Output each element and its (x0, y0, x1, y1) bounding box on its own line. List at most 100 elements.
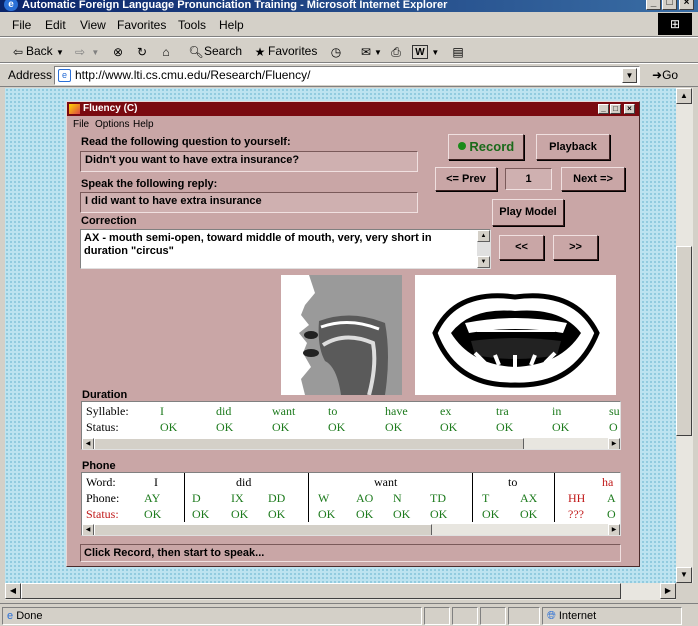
close-button[interactable]: × (679, 0, 694, 10)
scroll-right-arrow-icon[interactable]: ▶ (608, 524, 620, 535)
address-url: http://www.lti.cs.cmu.edu/Research/Fluen… (75, 68, 311, 82)
scroll-up-arrow-icon[interactable]: ▲ (676, 88, 692, 104)
go-button[interactable]: ➜Go (652, 68, 678, 82)
stop-button[interactable]: ⊗ (110, 42, 126, 60)
sentence-counter[interactable]: 1 (505, 168, 552, 190)
maximize-button[interactable]: □ (662, 0, 677, 10)
menu-edit[interactable]: Edit (45, 18, 66, 32)
syllable-cell: to (328, 404, 338, 418)
scroll-left-arrow-icon[interactable]: ◀ (82, 524, 94, 535)
status-bar: e Done 🌐︎ Internet (0, 603, 698, 626)
next-button[interactable]: Next => (561, 167, 625, 191)
phone-status-cell: O (607, 507, 616, 521)
syllable-row-label: Syllable: (86, 404, 129, 418)
play-model-button[interactable]: Play Model (492, 199, 564, 226)
ie-logo-icon: e (4, 0, 18, 11)
scroll-left-arrow-icon[interactable]: ◀ (82, 438, 94, 449)
refresh-icon: ↻ (136, 44, 148, 59)
syllable-status-cell: OK (440, 420, 458, 434)
edit-button[interactable]: W ▼ (412, 42, 439, 60)
phone-cell: AO (356, 491, 374, 505)
history-button[interactable]: ◷ (328, 42, 344, 60)
menu-view[interactable]: View (80, 18, 106, 32)
record-dot-icon (457, 142, 466, 150)
menu-help[interactable]: Help (219, 18, 244, 32)
fluency-maximize-button[interactable]: □ (610, 104, 621, 114)
syllable-cell: ex (440, 404, 452, 418)
print-button[interactable]: ⎙ (388, 42, 404, 60)
prev-button[interactable]: <= Prev (435, 167, 497, 191)
fluency-menu-file[interactable]: File (73, 119, 89, 130)
phone-cell: TD (430, 491, 446, 505)
scroll-thumb[interactable] (94, 438, 524, 449)
scroll-left-arrow-icon[interactable]: ◀ (5, 583, 21, 599)
scroll-thumb[interactable] (94, 524, 432, 535)
syllable-status-cell: OK (496, 420, 514, 434)
home-button[interactable]: ⌂ (158, 42, 174, 60)
phone-cell: T (482, 491, 490, 505)
favorites-button[interactable]: ★ Favorites (252, 42, 318, 60)
page-icon: e (58, 69, 71, 82)
record-button[interactable]: Record (448, 134, 524, 160)
phone-cell: N (393, 491, 402, 505)
syllable-status-cell: O (609, 420, 618, 434)
fluency-menu-options[interactable]: Options (95, 119, 129, 130)
syllable-cell: I (160, 404, 164, 418)
menu-favorites[interactable]: Favorites (117, 18, 166, 32)
discuss-button[interactable]: ▤ (450, 42, 466, 60)
refresh-button[interactable]: ↻ (134, 42, 150, 60)
toolbar: ⇦ Back ▼ ⇨ ▼ ⊗ ↻ ⌂ 🔍︎Search ★ Favorites ◷ … (0, 37, 698, 63)
back-button[interactable]: ⇦ Back ▼ (10, 42, 64, 60)
horizontal-scroll-thumb[interactable] (21, 583, 621, 599)
phone-cell: HH (568, 491, 586, 505)
phone-cell: DD (268, 491, 286, 505)
minimize-button[interactable]: _ (646, 0, 661, 10)
scroll-right-arrow-icon[interactable]: ▶ (660, 583, 676, 599)
word-divider (554, 473, 555, 522)
correction-textarea[interactable]: AX - mouth semi-open, toward middle of m… (80, 229, 491, 269)
phone-label: Phone (82, 460, 116, 472)
playback-button[interactable]: Playback (536, 134, 610, 160)
menu-file[interactable]: File (12, 18, 31, 32)
syllable-cell: tra (496, 404, 509, 418)
phone-status-cell: OK (231, 507, 249, 521)
rewind-button[interactable]: << (499, 235, 544, 260)
phone-status-cell: OK (192, 507, 210, 521)
syllable-status-cell: OK (328, 420, 346, 434)
fluency-minimize-button[interactable]: _ (598, 104, 609, 114)
address-dropdown-button[interactable]: ▼ (622, 68, 637, 83)
phone-scrollbar[interactable]: ◀ ▶ (82, 524, 620, 535)
forward-button[interactable]: ⇨ ▼ (72, 42, 99, 60)
phone-cell: IX (231, 491, 244, 505)
search-button[interactable]: 🔍︎Search (188, 42, 242, 60)
reply-field: I did want to have extra insurance (80, 192, 418, 213)
status-row-label: Status: (86, 420, 119, 434)
scroll-down-arrow-icon[interactable]: ▼ (676, 567, 692, 583)
word-cell: I (154, 475, 158, 489)
page-vertical-scrollbar[interactable]: ▲ ▼ (676, 88, 693, 583)
menu-tools[interactable]: Tools (178, 18, 206, 32)
syllable-cell: have (385, 404, 408, 418)
mouth-front-image (415, 275, 616, 395)
duration-scrollbar[interactable]: ◀ ▶ (82, 438, 620, 449)
syllable-status-cell: OK (272, 420, 290, 434)
forward-button-fluency[interactable]: >> (553, 235, 598, 260)
page-horizontal-scrollbar[interactable]: ◀ ▶ (5, 583, 676, 600)
fluency-menu-help[interactable]: Help (133, 119, 154, 130)
syllable-status-cell: OK (385, 420, 403, 434)
scroll-right-arrow-icon[interactable]: ▶ (608, 438, 620, 449)
scroll-down-arrow-icon[interactable]: ▼ (477, 256, 490, 268)
mail-button[interactable]: ✉ ▼ (358, 42, 382, 60)
phone-cell: A (607, 491, 616, 505)
word-cell: ha (602, 475, 614, 489)
status-pane-empty (480, 607, 506, 625)
scroll-up-arrow-icon[interactable]: ▲ (477, 230, 490, 242)
address-input[interactable]: e http://www.lti.cs.cmu.edu/Research/Flu… (54, 66, 640, 85)
correction-scrollbar[interactable]: ▲ ▼ (477, 230, 490, 268)
vertical-scroll-thumb[interactable] (676, 246, 692, 436)
word-edit-icon: W (412, 44, 428, 59)
word-divider (472, 473, 473, 522)
syllable-status-cell: OK (216, 420, 234, 434)
fluency-close-button[interactable]: × (624, 104, 635, 114)
phone-status-cell: OK (318, 507, 336, 521)
